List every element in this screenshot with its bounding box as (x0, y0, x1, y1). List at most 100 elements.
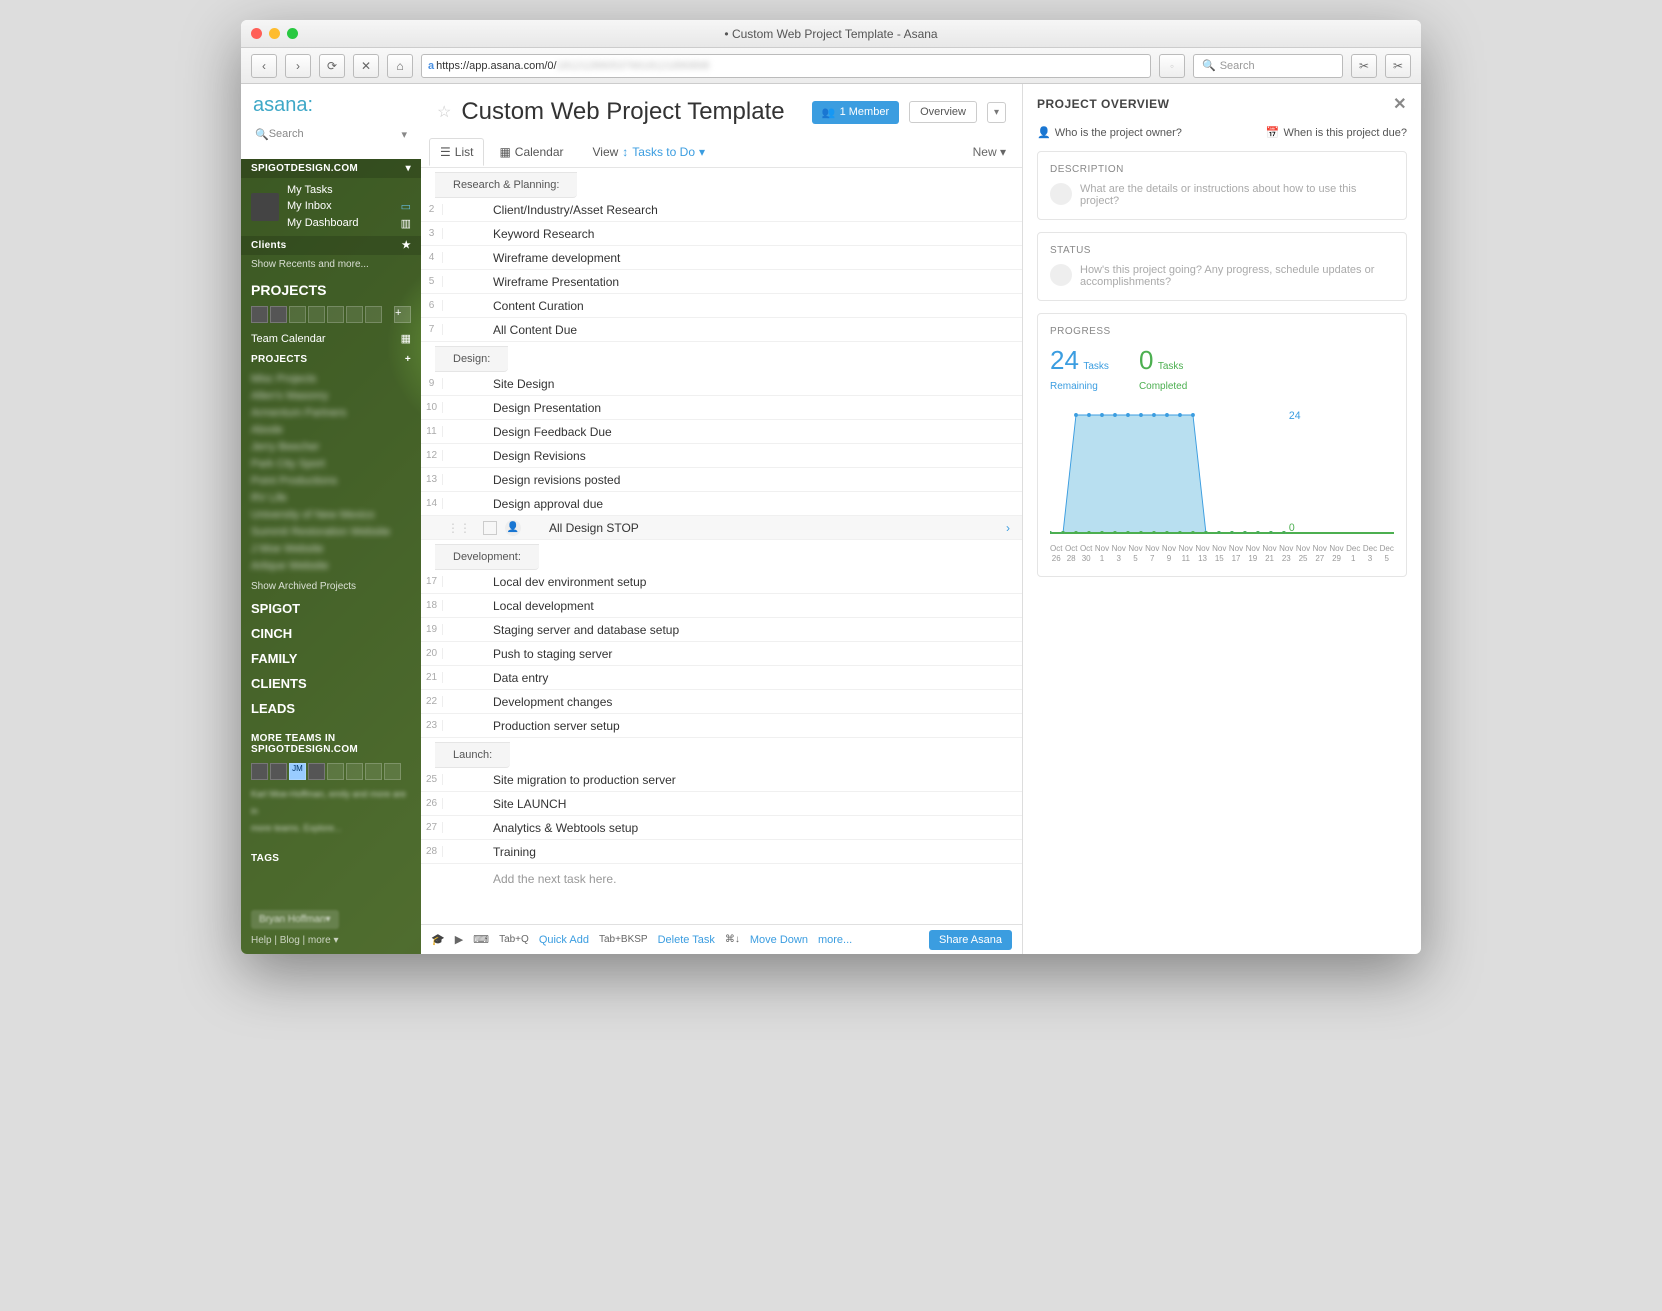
home-button[interactable]: ⌂ (387, 54, 413, 78)
minimize-window-icon[interactable] (269, 28, 280, 39)
open-details-icon[interactable]: › (1006, 521, 1010, 535)
back-button[interactable]: ‹ (251, 54, 277, 78)
assignee-icon[interactable]: 👤 (505, 520, 521, 536)
projects-sub-header[interactable]: PROJECTS + (241, 350, 421, 369)
task-name[interactable]: Analytics & Webtools setup (443, 821, 1022, 835)
task-row[interactable]: 20Push to staging server (421, 642, 1022, 666)
task-name[interactable]: Design revisions posted (443, 473, 1022, 487)
task-row[interactable]: 17Local dev environment setup (421, 570, 1022, 594)
task-name[interactable]: Content Curation (443, 299, 1022, 313)
blog-link[interactable]: Blog (280, 935, 300, 946)
task-name[interactable]: Development changes (443, 695, 1022, 709)
overview-button[interactable]: Overview (909, 101, 977, 123)
task-row[interactable]: 23Production server setup (421, 714, 1022, 738)
clients-header[interactable]: Clients★ (241, 236, 421, 255)
owner-field[interactable]: 👤 Who is the project owner? (1037, 126, 1182, 139)
toolbar-btn-1[interactable]: ✂ (1351, 54, 1377, 78)
workspace-search[interactable]: 🔍 Search ▾ (249, 123, 413, 145)
task-row[interactable]: 19Staging server and database setup (421, 618, 1022, 642)
task-row[interactable]: 3Keyword Research (421, 222, 1022, 246)
share-asana-button[interactable]: Share Asana (929, 930, 1012, 950)
section-header[interactable]: Development: (435, 544, 539, 570)
more-shortcuts-link[interactable]: more... (818, 934, 852, 946)
team-spigot[interactable]: SPIGOT (241, 596, 421, 621)
project-menu-button[interactable]: ▾ (987, 102, 1006, 123)
close-window-icon[interactable] (251, 28, 262, 39)
project-title[interactable]: Custom Web Project Template (461, 98, 802, 126)
task-row[interactable]: 2Client/Industry/Asset Research (421, 198, 1022, 222)
task-row[interactable]: 9Site Design (421, 372, 1022, 396)
description-card[interactable]: DESCRIPTION What are the details or inst… (1037, 151, 1407, 220)
new-button[interactable]: New ▾ (973, 145, 1006, 159)
favorite-star-icon[interactable]: ☆ (437, 102, 451, 122)
task-row[interactable]: 7All Content Due (421, 318, 1022, 342)
task-row[interactable]: 11Design Feedback Due (421, 420, 1022, 444)
help-link[interactable]: Help (251, 935, 272, 946)
task-row[interactable]: 18Local development (421, 594, 1022, 618)
delete-task-link[interactable]: Delete Task (658, 934, 715, 946)
task-name[interactable]: Design Feedback Due (443, 425, 1022, 439)
list-tab[interactable]: ☰ List (429, 138, 484, 166)
graduation-icon[interactable]: 🎓 (431, 933, 445, 946)
task-name[interactable]: Training (443, 845, 1022, 859)
status-card[interactable]: STATUS How's this project going? Any pro… (1037, 232, 1407, 301)
team-leads[interactable]: LEADS (241, 696, 421, 721)
zoom-window-icon[interactable] (287, 28, 298, 39)
task-name[interactable]: Local development (443, 599, 1022, 613)
quick-add-link[interactable]: Quick Add (539, 934, 589, 946)
browser-search[interactable]: 🔍 Search (1193, 54, 1343, 78)
keyboard-icon[interactable]: ⌨ (473, 933, 489, 946)
view-selector[interactable]: View ↕ Tasks to Do ▾ (593, 145, 706, 159)
task-name[interactable]: Push to staging server (443, 647, 1022, 661)
close-panel-icon[interactable]: ✕ (1393, 94, 1407, 114)
project-list[interactable]: Misc ProjectsAllen's MasonryArmentum Par… (241, 369, 421, 577)
task-row[interactable]: 21Data entry (421, 666, 1022, 690)
section-header[interactable]: Launch: (435, 742, 510, 768)
task-name[interactable]: Wireframe development (443, 251, 1022, 265)
task-name[interactable]: Design Presentation (443, 401, 1022, 415)
forward-button[interactable]: › (285, 54, 311, 78)
task-row[interactable]: 4Wireframe development (421, 246, 1022, 270)
reader-button[interactable]: ◦ (1159, 54, 1185, 78)
drag-handle-icon[interactable]: ⋮⋮ (443, 521, 475, 535)
workspace-selector[interactable]: SPIGOTDESIGN.COM ▾ (241, 159, 421, 178)
task-name[interactable]: Client/Industry/Asset Research (443, 203, 1022, 217)
team-cinch[interactable]: CINCH (241, 621, 421, 646)
team-calendar-link[interactable]: Team Calendar▦ (241, 327, 421, 350)
show-recents-link[interactable]: Show Recents and more... (241, 255, 421, 274)
members-button[interactable]: 👥 1 Member (812, 101, 899, 124)
task-name[interactable]: Design Revisions (443, 449, 1022, 463)
task-name[interactable]: Data entry (443, 671, 1022, 685)
task-row[interactable]: 10Design Presentation (421, 396, 1022, 420)
tags-header[interactable]: TAGS (241, 849, 421, 868)
team-clients[interactable]: CLIENTS (241, 671, 421, 696)
section-header[interactable]: Design: (435, 346, 508, 372)
task-name[interactable]: Site migration to production server (443, 773, 1022, 787)
show-archived-link[interactable]: Show Archived Projects (241, 577, 421, 596)
team-family[interactable]: FAMILY (241, 646, 421, 671)
my-tasks-link[interactable]: My Tasks (287, 182, 411, 198)
task-name[interactable]: Production server setup (443, 719, 1022, 733)
add-member-icon[interactable]: + (394, 306, 411, 323)
task-name[interactable]: Staging server and database setup (443, 623, 1022, 637)
task-row[interactable]: 13Design revisions posted (421, 468, 1022, 492)
task-row[interactable]: 25Site migration to production server (421, 768, 1022, 792)
my-dashboard-link[interactable]: My Dashboard▥ (287, 215, 411, 232)
add-task-input[interactable]: Add the next task here. (421, 864, 1022, 894)
task-name[interactable]: Keyword Research (443, 227, 1022, 241)
my-inbox-link[interactable]: My Inbox▭ (287, 198, 411, 215)
task-name[interactable]: Wireframe Presentation (443, 275, 1022, 289)
more-link[interactable]: more (308, 935, 331, 946)
task-row[interactable]: 12Design Revisions (421, 444, 1022, 468)
task-row[interactable]: 6Content Curation (421, 294, 1022, 318)
task-name[interactable]: Local dev environment setup (443, 575, 1022, 589)
calendar-tab[interactable]: ▦ Calendar (488, 138, 574, 166)
stop-button[interactable]: ✕ (353, 54, 379, 78)
due-field[interactable]: 📅 When is this project due? (1266, 126, 1407, 139)
move-down-link[interactable]: Move Down (750, 934, 808, 946)
complete-checkbox[interactable] (483, 521, 497, 535)
task-row[interactable]: 14Design approval due (421, 492, 1022, 516)
task-row[interactable]: 27Analytics & Webtools setup (421, 816, 1022, 840)
task-name[interactable]: All Content Due (443, 323, 1022, 337)
task-name[interactable]: Site Design (443, 377, 1022, 391)
